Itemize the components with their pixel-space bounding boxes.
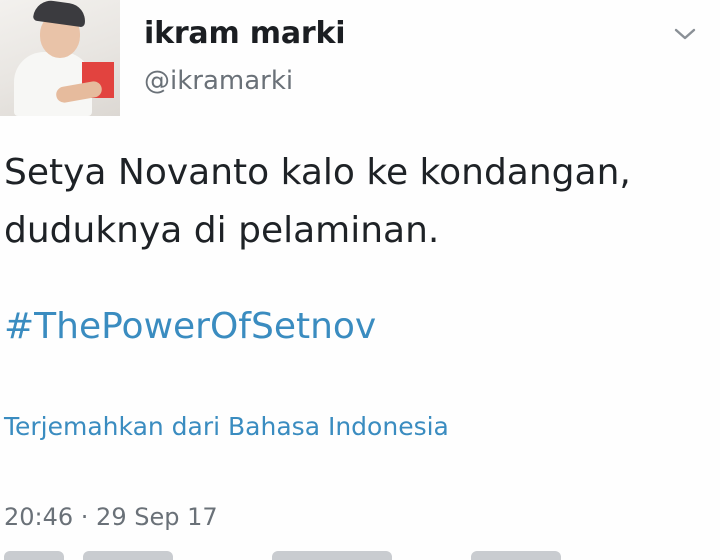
author-handle[interactable]: @ikramarki [144,66,293,96]
avatar-cap [32,0,88,28]
tweet-card: ikram marki @ikramarki Setya Novanto kal… [0,0,720,560]
cut-off-element [272,551,393,560]
tweet-text-line: Setya Novanto kalo ke kondangan, [4,152,631,193]
cut-off-element [83,551,174,560]
cut-off-element [4,551,64,560]
cut-off-action-row [0,548,720,560]
hashtag-link[interactable]: #ThePowerOfSetnov [4,306,376,347]
tweet-timestamp: 20:46 · 29 Sep 17 [4,503,218,531]
author-display-name[interactable]: ikram marki [144,16,346,51]
translate-link[interactable]: Terjemahkan dari Bahasa Indonesia [4,412,449,441]
tweet-text-line: duduknya di pelaminan. [4,210,440,251]
tweet-menu-button[interactable] [668,20,702,48]
cut-off-element [471,551,562,560]
chevron-down-icon [674,28,696,40]
tweet-text: Setya Novanto kalo ke kondangan, dudukny… [4,144,714,260]
avatar[interactable] [0,0,120,116]
